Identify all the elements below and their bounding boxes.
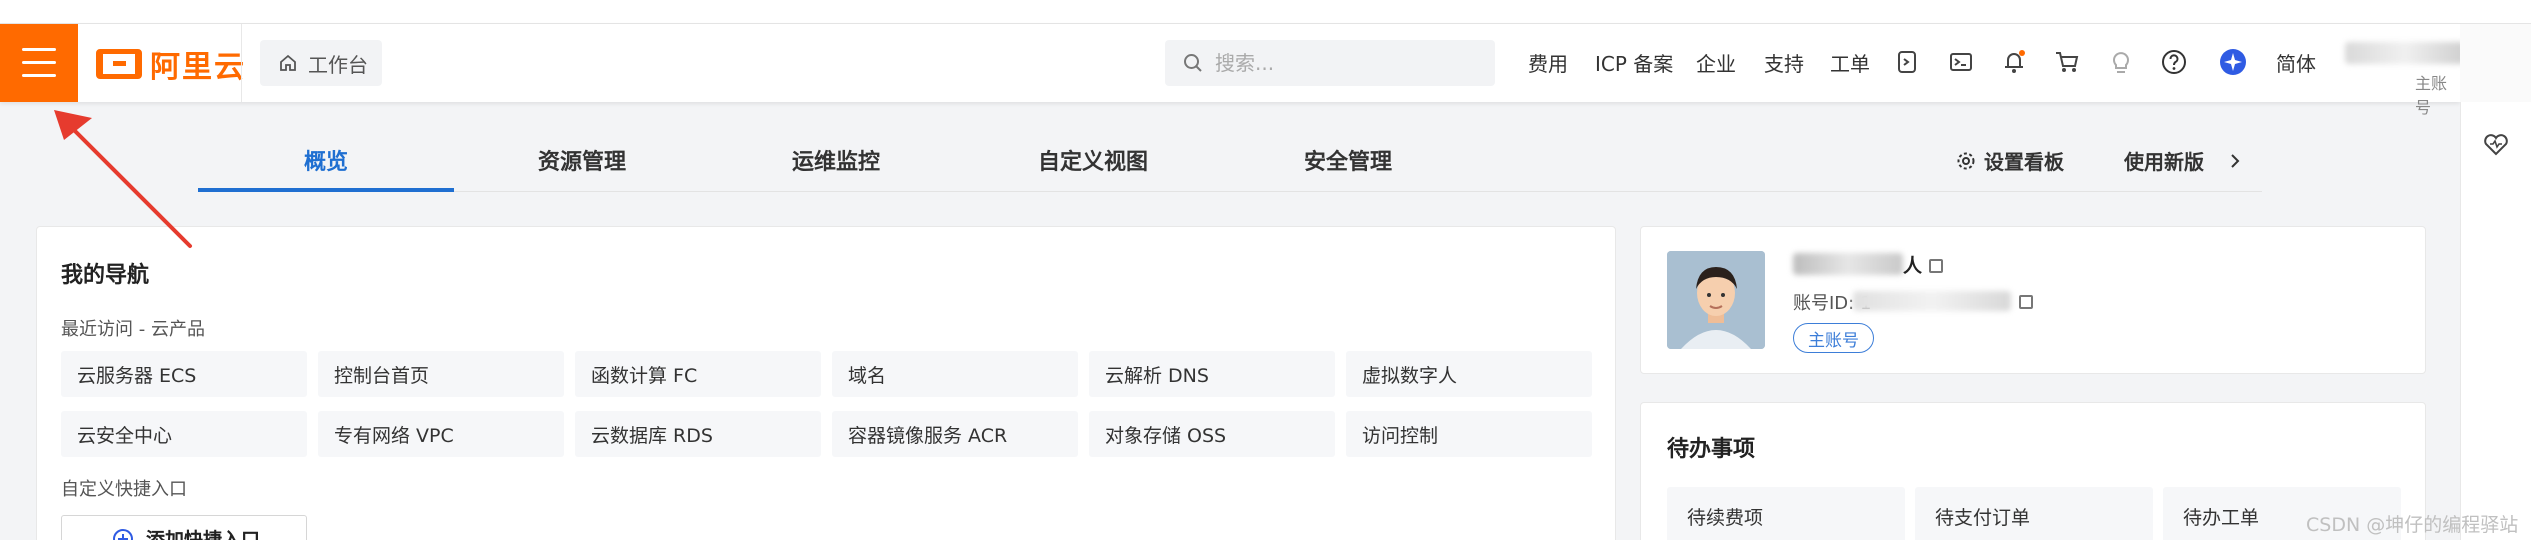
recent-item[interactable]: 容器镜像服务 ACR bbox=[832, 411, 1078, 457]
recent-item[interactable]: 对象存储 OSS bbox=[1089, 411, 1335, 457]
custom-shortcuts-label: 自定义快捷入口 bbox=[61, 479, 187, 500]
copy-icon[interactable] bbox=[1929, 259, 1943, 273]
copy-icon[interactable] bbox=[2019, 295, 2033, 309]
nav-link-support[interactable]: 支持 bbox=[1764, 48, 1804, 77]
account-id-redacted bbox=[1853, 291, 2011, 311]
tab-resource-management[interactable]: 资源管理 bbox=[538, 144, 626, 176]
recent-item[interactable]: 虚拟数字人 bbox=[1346, 351, 1592, 397]
logo-text: 阿里云 bbox=[150, 50, 246, 85]
recent-item[interactable]: 云服务器 ECS bbox=[61, 351, 307, 397]
nav-link-tickets[interactable]: 工单 bbox=[1830, 48, 1870, 77]
recent-item[interactable]: 域名 bbox=[832, 351, 1078, 397]
cart-icon[interactable] bbox=[2053, 48, 2081, 76]
recent-item[interactable]: 专有网络 VPC bbox=[318, 411, 564, 457]
workbench-button[interactable]: 工作台 bbox=[260, 40, 382, 86]
recent-item[interactable]: 访问控制 bbox=[1346, 411, 1592, 457]
account-type-label: 主账号 bbox=[2415, 74, 2448, 117]
nav-link-enterprise[interactable]: 企业 bbox=[1696, 48, 1736, 77]
recent-item[interactable]: 控制台首页 bbox=[318, 351, 564, 397]
add-shortcut-label: 添加快捷入口 bbox=[146, 528, 261, 540]
recent-item[interactable]: 函数计算 FC bbox=[575, 351, 821, 397]
cloud-shell-icon[interactable] bbox=[1893, 48, 1921, 76]
help-icon[interactable] bbox=[2160, 48, 2188, 76]
use-new-version-label: 使用新版 bbox=[2124, 150, 2204, 174]
profile-name-redacted bbox=[1793, 253, 1903, 275]
use-new-version-button[interactable]: 使用新版 bbox=[2124, 146, 2242, 175]
profile-name: 人 bbox=[1903, 255, 1923, 277]
search-box[interactable] bbox=[1165, 40, 1495, 86]
right-sidebar bbox=[2460, 102, 2531, 540]
search-input[interactable] bbox=[1215, 51, 1475, 75]
right-rail-top bbox=[2460, 24, 2531, 102]
tab-security-management[interactable]: 安全管理 bbox=[1304, 144, 1392, 176]
profile-card: 人 账号ID: 1 主账号 bbox=[1640, 226, 2426, 374]
gear-icon bbox=[1957, 152, 1975, 169]
aliyun-logo-icon bbox=[96, 49, 142, 79]
account-type-badge: 主账号 bbox=[1793, 323, 1874, 353]
settings-board-button[interactable]: 设置看板 bbox=[1956, 146, 2064, 175]
home-icon bbox=[280, 54, 296, 71]
account-name-redacted bbox=[2345, 42, 2465, 64]
health-heart-icon[interactable] bbox=[2483, 132, 2509, 160]
nav-link-fees[interactable]: 费用 bbox=[1528, 48, 1568, 77]
chevron-right-icon bbox=[2231, 153, 2240, 168]
workbench-label: 工作台 bbox=[308, 52, 368, 77]
overview-tabs: 概览 资源管理 运维监控 自定义视图 安全管理 bbox=[198, 130, 2262, 192]
language-switch[interactable]: 简体 bbox=[2276, 48, 2316, 77]
nav-divider bbox=[241, 24, 242, 102]
recent-item[interactable]: 云安全中心 bbox=[61, 411, 307, 457]
csdn-watermark: CSDN @坤仔的编程驿站 bbox=[2306, 514, 2519, 536]
plus-circle-icon bbox=[113, 529, 133, 540]
notification-bell-icon[interactable] bbox=[2000, 48, 2028, 76]
add-shortcut-button[interactable]: 添加快捷入口 bbox=[61, 515, 307, 540]
my-navigation-title: 我的导航 bbox=[61, 263, 150, 288]
active-tab-indicator bbox=[198, 188, 454, 192]
aliyun-logo[interactable]: 阿里云 bbox=[96, 44, 246, 85]
settings-board-label: 设置看板 bbox=[1984, 150, 2064, 174]
recent-visits-label: 最近访问 - 云产品 bbox=[61, 319, 205, 340]
hamburger-menu-button[interactable] bbox=[0, 24, 78, 102]
tab-overview[interactable]: 概览 bbox=[304, 144, 348, 176]
search-icon bbox=[1184, 54, 1202, 72]
top-navigation: 阿里云 工作台 费用 ICP 备案 企业 支持 工单 简体 主账号 bbox=[0, 24, 2531, 117]
todo-item-renewal[interactable]: 待续费项 bbox=[1667, 487, 1905, 540]
todo-title: 待办事项 bbox=[1667, 437, 1756, 462]
recent-item[interactable]: 云数据库 RDS bbox=[575, 411, 821, 457]
tab-custom-view[interactable]: 自定义视图 bbox=[1038, 144, 1148, 176]
nav-link-icp[interactable]: ICP 备案 bbox=[1595, 48, 1673, 77]
ai-assistant-icon[interactable] bbox=[2219, 48, 2247, 76]
tab-ops-monitoring[interactable]: 运维监控 bbox=[792, 144, 880, 176]
recent-item[interactable]: 云解析 DNS bbox=[1089, 351, 1335, 397]
profile-avatar bbox=[1667, 251, 1765, 349]
bookmarks-bar bbox=[0, 0, 2531, 24]
todo-item-unpaid-orders[interactable]: 待支付订单 bbox=[1915, 487, 2153, 540]
my-navigation-card: 我的导航 最近访问 - 云产品 云服务器 ECS 控制台首页 函数计算 FC 域… bbox=[36, 226, 1616, 540]
terminal-icon[interactable] bbox=[1947, 48, 1975, 76]
lightbulb-icon[interactable] bbox=[2107, 48, 2135, 76]
